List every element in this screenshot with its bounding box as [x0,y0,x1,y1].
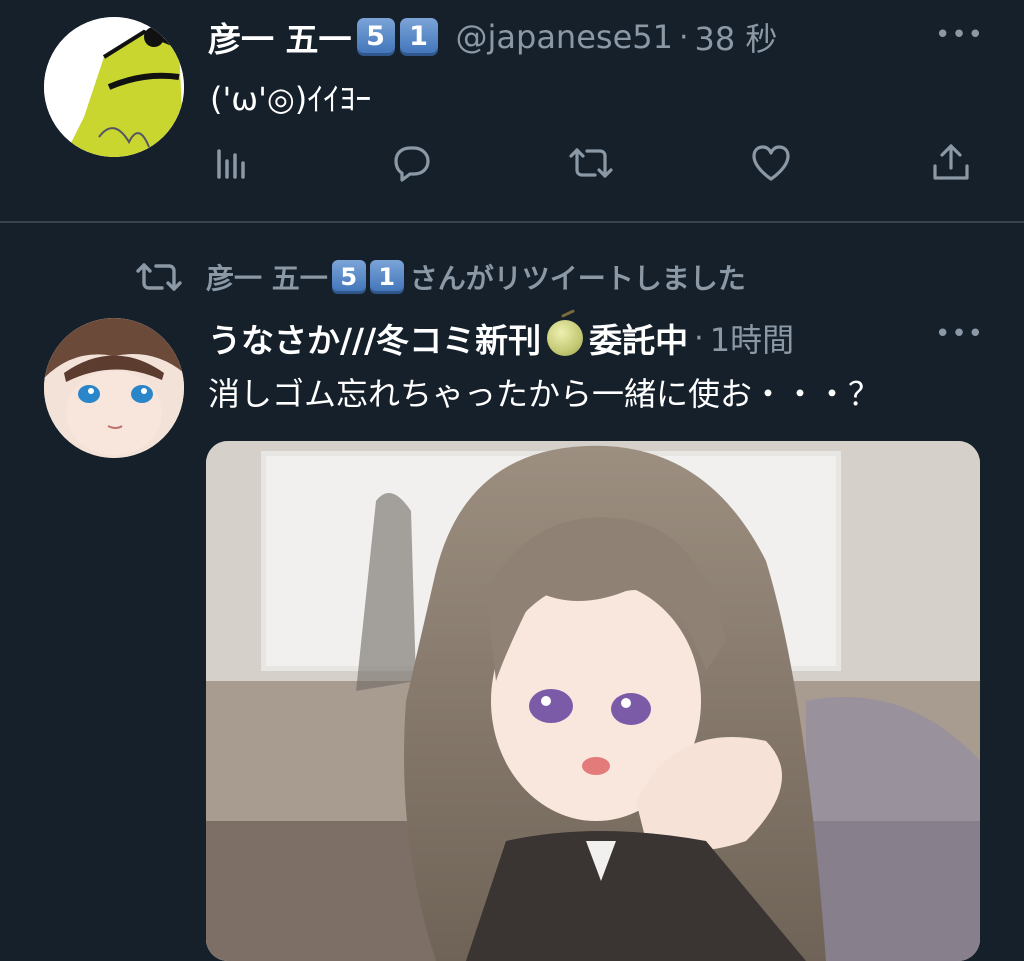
avatar[interactable] [44,318,184,458]
author-handle[interactable]: @japanese51 [456,18,673,56]
melon-emoji [547,320,584,356]
tweet-image[interactable] [206,441,980,961]
author-name[interactable]: 彦一 五一 [208,13,352,61]
keycap-emoji: 5 [356,18,395,56]
author-name-suffix[interactable]: 委託中 [589,314,688,362]
like-icon [752,145,790,181]
retweet-icon [569,148,613,178]
avatar[interactable] [44,17,184,157]
tweet-text: ('ω'◎)ｲｲﾖｰ [210,80,372,118]
retweeter-name[interactable]: 彦一 五一 [206,257,328,297]
retweet-label: さんがリツイートしました [409,262,746,295]
illustration-image [206,441,980,961]
analytics-button[interactable] [206,138,256,188]
tweet-header: うなさか///冬コミ新刊 委託中 · 1時間 [208,315,794,361]
reply-icon [394,146,430,182]
keycap-emoji: 5 [331,260,366,294]
retweet-indicator: 彦一 五一 5 1 さんがリツイートしました [134,257,746,297]
like-button[interactable] [746,138,796,188]
timestamp[interactable]: 38 秒 [695,14,778,60]
tweet[interactable]: 彦一 五一 5 1 さんがリツイートしました うなさか///冬コミ新刊 委託中 … [0,223,1024,961]
keycap-emoji: 1 [369,260,404,294]
author-name[interactable]: うなさか///冬コミ新刊 [208,314,541,362]
analytics-icon [217,149,245,179]
tweet[interactable]: 彦一 五一 5 1 @japanese51 · 38 秒 ••• ('ω'◎)ｲ… [0,0,1024,221]
separator: · [694,320,704,356]
retweet-icon [136,263,182,291]
reply-button[interactable] [386,138,436,188]
timestamp[interactable]: 1時間 [710,315,794,361]
share-icon [933,144,969,180]
separator: · [678,19,689,55]
keycap-emoji: 1 [399,18,438,56]
tweet-header: 彦一 五一 5 1 @japanese51 · 38 秒 [208,14,777,60]
more-options-button[interactable]: ••• [935,20,984,50]
share-button[interactable] [926,138,976,188]
retweet-button[interactable] [566,138,616,188]
tweet-text: 消しゴム忘れちゃったから一緒に使お・・・？ [208,375,881,413]
action-bar [206,138,986,188]
more-options-button[interactable]: ••• [935,319,984,349]
